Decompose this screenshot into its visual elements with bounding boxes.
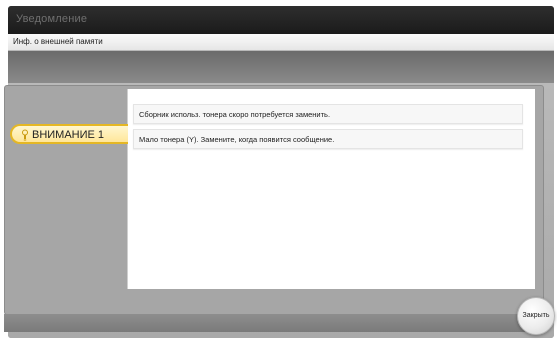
tab-warning-1[interactable]: ВНИМАНИЕ 1	[10, 124, 128, 144]
title-bar: Уведомление	[8, 6, 554, 34]
footer-strip	[4, 314, 544, 332]
window-title: Уведомление	[16, 13, 88, 25]
close-button-label: Закрыть	[522, 312, 550, 319]
header-band	[8, 51, 554, 83]
subtitle-bar: Инф. о внешней памяти	[8, 34, 554, 51]
message-text: Сборник использ. тонера скоро потребуетс…	[139, 110, 331, 119]
close-button[interactable]: Закрыть	[517, 297, 555, 335]
message-text: Мало тонера (Y). Замените, когда появитс…	[139, 135, 335, 144]
tab-label: ВНИМАНИЕ 1	[32, 129, 105, 141]
message-panel: Сборник использ. тонера скоро потребуетс…	[127, 89, 535, 289]
warning-bulb-icon	[22, 129, 28, 141]
message-item: Мало тонера (Y). Замените, когда появитс…	[133, 129, 523, 149]
message-item: Сборник использ. тонера скоро потребуетс…	[133, 104, 523, 124]
page-subtitle: Инф. о внешней памяти	[13, 37, 103, 46]
